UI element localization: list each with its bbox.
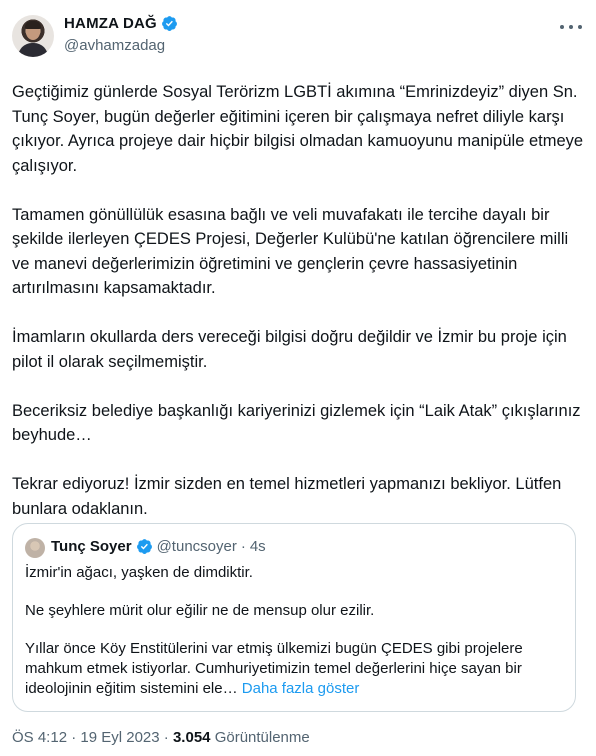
- verified-badge-icon: [136, 539, 152, 554]
- quoted-author-name: Tunç Soyer: [51, 538, 132, 555]
- footer-separator: ·: [163, 729, 169, 746]
- verified-badge-icon[interactable]: [161, 15, 178, 32]
- more-options-icon[interactable]: [560, 20, 582, 34]
- tweet-footer: ÖS 4:12 · 19 Eyl 2023 · 3.054 Görüntülen…: [12, 729, 310, 746]
- quoted-author-avatar: [25, 538, 45, 558]
- avatar-suit-shape: [18, 43, 48, 57]
- tweet-paragraph: Tamamen gönüllülük esasına bağlı ve veli…: [12, 205, 569, 298]
- author-avatar[interactable]: [12, 15, 54, 57]
- footer-separator: ·: [71, 729, 77, 746]
- avatar-hair-shape: [25, 21, 41, 29]
- tweet-text: Geçtiğimiz günlerde Sosyal Terörizm LGBT…: [12, 80, 584, 546]
- more-dot: [578, 25, 582, 29]
- author-display-name[interactable]: HAMZA DAĞ: [64, 15, 157, 32]
- quoted-tweet[interactable]: Tunç Soyer @tuncsoyer · 4s İzmir'in ağac…: [12, 523, 576, 712]
- quoted-separator: ·: [240, 538, 246, 555]
- author-name-row: HAMZA DAĞ: [64, 15, 178, 32]
- quoted-header: Tunç Soyer @tuncsoyer · 4s: [51, 538, 266, 555]
- tweet-paragraph: Beceriksiz belediye başkanlığı kariyerin…: [12, 401, 581, 445]
- more-dot: [560, 25, 564, 29]
- more-dot: [569, 25, 573, 29]
- tweet-paragraph: Geçtiğimiz günlerde Sosyal Terörizm LGBT…: [12, 83, 584, 175]
- quoted-paragraph: İzmir'in ağacı, yaşken de dimdiktir.: [25, 564, 253, 581]
- author-handle[interactable]: @avhamzadag: [64, 37, 165, 54]
- tweet-time[interactable]: ÖS 4:12: [12, 729, 67, 746]
- tweet-date[interactable]: 19 Eyl 2023: [80, 729, 159, 746]
- quoted-author-handle: @tuncsoyer: [156, 538, 237, 555]
- views-count: 3.054: [172, 729, 211, 746]
- views-label: Görüntülenme: [214, 729, 310, 746]
- tweet-paragraph: İmamların okullarda ders vereceği bilgis…: [12, 328, 567, 371]
- quoted-paragraph: Ne şeyhlere mürit olur eğilir ne de mens…: [25, 602, 375, 619]
- quoted-paragraph: Yıllar önce Köy Enstitülerini var etmiş …: [25, 639, 565, 699]
- show-more-link[interactable]: Daha fazla göster: [242, 680, 360, 697]
- tweet-paragraph: Tekrar ediyoruz! İzmir sizden en temel h…: [12, 475, 562, 518]
- quoted-text: İzmir'in ağacı, yaşken de dimdiktir. Ne …: [25, 563, 565, 717]
- quoted-time: 4s: [249, 538, 266, 555]
